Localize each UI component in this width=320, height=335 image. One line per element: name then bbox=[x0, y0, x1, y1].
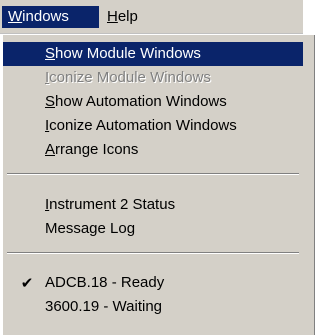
menu-item-message-log[interactable]: Message Log bbox=[3, 217, 301, 241]
menu-item-mnemonic: A bbox=[45, 141, 56, 158]
menu-help-mnemonic: H bbox=[107, 8, 118, 25]
menu-windows-mnemonic: W bbox=[8, 8, 23, 25]
menu-item-mnemonic: S bbox=[45, 93, 56, 110]
menu-item-show-automation-windows[interactable]: Show Automation Windows bbox=[3, 90, 301, 114]
menu-item-label: ADCB.18 - Ready bbox=[45, 274, 165, 291]
menu-windows[interactable]: Windows bbox=[2, 6, 99, 28]
menu-help-label: elp bbox=[117, 8, 138, 25]
menu-separator bbox=[7, 252, 299, 254]
menu-item-label: Message Log bbox=[45, 220, 136, 237]
menu-item-label: nstrument 2 Status bbox=[49, 196, 176, 213]
menu-item-show-module-windows[interactable]: Show Module Windows bbox=[3, 42, 303, 66]
menu-item-label: how Automation Windows bbox=[55, 93, 227, 110]
menu-bar: Windows Help bbox=[0, 0, 303, 34]
menu-item-label: 3600.19 - Waiting bbox=[45, 298, 163, 315]
menu-item-instrument-2-status[interactable]: Instrument 2 Status bbox=[3, 193, 301, 217]
menu-item-label: conize Module Windows bbox=[49, 69, 211, 86]
menu-item-arrange-icons[interactable]: Arrange Icons bbox=[3, 138, 301, 162]
menu-item-3600-19-waiting[interactable]: 3600.19 - Waiting bbox=[3, 295, 301, 319]
menu-separator bbox=[7, 173, 299, 175]
menu-help[interactable]: Help bbox=[101, 6, 144, 28]
menu-item-iconize-automation-windows[interactable]: Iconize Automation Windows bbox=[3, 114, 301, 138]
menu-item-adcb-18-ready[interactable]: ✔ ADCB.18 - Ready bbox=[3, 271, 301, 295]
menu-item-label: rrange Icons bbox=[55, 141, 139, 158]
menu-item-iconize-module-windows: Iconize Module Windows bbox=[3, 66, 301, 90]
windows-dropdown-menu: Show Module Windows Iconize Module Windo… bbox=[2, 34, 315, 335]
menu-item-label: how Module Windows bbox=[55, 45, 201, 62]
menu-windows-label: indows bbox=[22, 8, 69, 25]
menu-item-label: conize Automation Windows bbox=[49, 117, 237, 134]
menu-item-mnemonic: S bbox=[45, 45, 56, 62]
check-icon: ✔ bbox=[20, 274, 34, 292]
